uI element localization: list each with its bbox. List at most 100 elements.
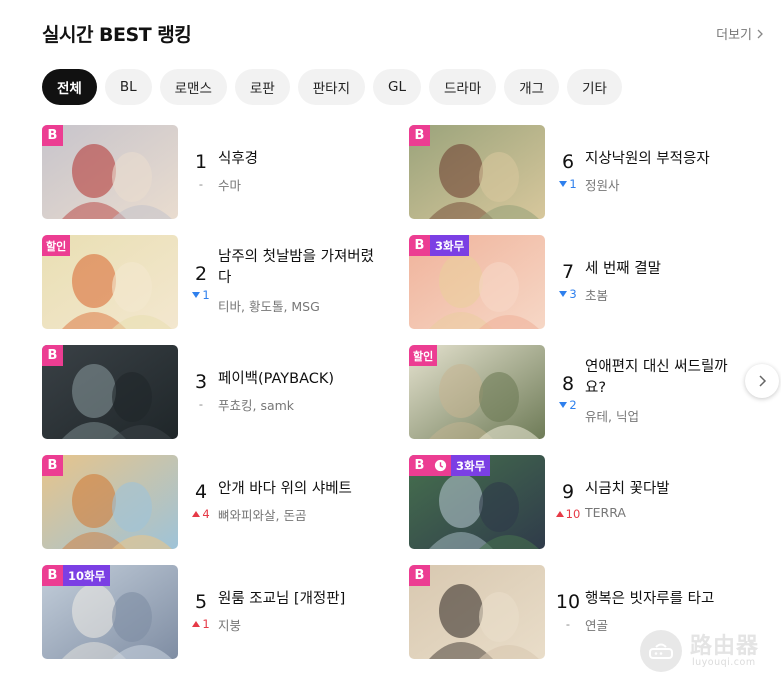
rank-column: 51 <box>188 565 214 659</box>
chevron-right-icon <box>759 375 767 387</box>
cover-thumbnail[interactable]: B 3화무 <box>409 235 545 329</box>
rank-number: 8 <box>561 373 575 395</box>
rank-number: 6 <box>561 151 575 173</box>
work-info: 원룸 조교님 [개정판] 지붕 <box>218 565 388 659</box>
work-info: 안개 바다 위의 샤베트 뼈와피와살, 돈곰 <box>218 455 388 549</box>
tab-drama[interactable]: 드라마 <box>429 69 497 105</box>
sale-badge: 할인 <box>42 235 71 256</box>
tab-all[interactable]: 전체 <box>42 69 97 105</box>
work-title-continued[interactable]: 다 <box>218 268 231 289</box>
tab-romance-fantasy[interactable]: 로판 <box>234 69 290 105</box>
rank-column: 21 <box>188 235 214 329</box>
clock-icon <box>430 455 451 476</box>
badge-group: B <box>409 125 430 146</box>
rank-change: 4 <box>188 507 214 521</box>
tab-gl[interactable]: GL <box>373 69 421 105</box>
b-badge: B <box>42 565 63 586</box>
work-title[interactable]: 식후경 <box>218 149 258 170</box>
work-title[interactable]: 시금치 꽃다발 <box>585 479 670 500</box>
rank-change: 1 <box>555 177 581 191</box>
b-badge: B <box>409 125 430 146</box>
rank-change: 1 <box>188 617 214 631</box>
rank-change-value: 10 <box>565 507 581 521</box>
work-title[interactable]: 행복은 빗자루를 타고 <box>585 589 714 610</box>
cover-thumbnail[interactable]: B 10화무 <box>42 565 178 659</box>
work-info: 페이백(PAYBACK) 푸쵸킹, samk <box>218 345 388 439</box>
b-badge: B <box>409 565 430 586</box>
tab-comedy[interactable]: 개그 <box>504 69 560 105</box>
b-badge: B <box>42 455 63 476</box>
ranking-item[interactable]: B 6 1 지상낙원의 부적응자정원사 <box>409 125 749 219</box>
work-authors: 티바, 황도톨, MSG <box>218 299 320 314</box>
ranking-item[interactable]: B 10화무 5 1 원룸 조교님 [개정판] 지붕 <box>42 565 382 659</box>
work-info: 세 번째 결말초봄 <box>585 235 755 329</box>
cover-thumbnail[interactable]: B <box>409 125 545 219</box>
tab-fantasy[interactable]: 판타지 <box>297 69 366 105</box>
badge-group: B <box>42 125 63 146</box>
cover-thumbnail[interactable]: B <box>42 345 178 439</box>
badge-group: B 10화무 <box>42 565 111 586</box>
rank-change-value: - <box>198 397 204 411</box>
ranking-item[interactable]: B 3화무 9 10 시금치 꽃다발 TERRA <box>409 455 749 549</box>
b-badge: B <box>42 345 63 366</box>
more-link[interactable]: 더보기 <box>716 24 764 43</box>
cover-thumbnail[interactable]: 할인 <box>42 235 178 329</box>
cover-thumbnail[interactable]: B <box>42 455 178 549</box>
work-title[interactable]: 안개 바다 위의 샤베트 <box>218 479 352 500</box>
rank-change-value: - <box>565 617 571 631</box>
work-info: 연애편지 대신 써드릴까 요? 유테, 닉업 <box>585 345 755 439</box>
work-title[interactable]: 세 번째 결말 <box>585 259 661 280</box>
work-title[interactable]: 페이백(PAYBACK) <box>218 369 334 390</box>
rank-change-value: 1 <box>569 177 577 191</box>
badge-group: 할인 <box>42 235 71 256</box>
ranking-item[interactable]: B 3- 페이백(PAYBACK) 푸쵸킹, samk <box>42 345 382 439</box>
rank-change: - <box>188 397 214 411</box>
tab-etc[interactable]: 기타 <box>567 69 622 105</box>
arrow-down-icon <box>192 292 201 298</box>
tab-bl[interactable]: BL <box>104 69 152 105</box>
badge-group: B 3화무 <box>409 235 470 256</box>
more-label: 더보기 <box>716 28 752 43</box>
arrow-up-icon <box>192 511 201 517</box>
rank-number: 1 <box>194 151 208 173</box>
cover-thumbnail[interactable]: B <box>409 565 545 659</box>
ranking-item[interactable]: B 3화무 7 3 세 번째 결말초봄 <box>409 235 749 329</box>
work-title-continued[interactable]: 요? <box>585 378 606 399</box>
arrow-down-icon <box>559 402 568 408</box>
rank-column: 3- <box>188 345 214 439</box>
work-title[interactable]: 원룸 조교님 [개정판] <box>218 589 345 610</box>
badge-group: B <box>42 345 63 366</box>
work-authors: 정원사 <box>585 178 620 193</box>
rank-number: 4 <box>194 481 208 503</box>
rank-column: 44 <box>188 455 214 549</box>
next-page-button[interactable] <box>745 364 779 398</box>
work-title[interactable]: 지상낙원의 부적응자 <box>585 149 710 170</box>
cover-thumbnail[interactable]: B <box>42 125 178 219</box>
work-info: 남주의 첫날밤을 가져버렸 다티바, 황도톨, MSG <box>218 235 388 329</box>
work-authors: 연골 <box>585 618 609 633</box>
section-header: 실시간 BEST 랭킹 더보기 <box>42 20 764 50</box>
rank-change: 3 <box>555 287 581 301</box>
work-title[interactable]: 연애편지 대신 써드릴까 <box>585 357 728 378</box>
rank-change: - <box>555 617 581 631</box>
work-authors: 초봄 <box>585 288 609 303</box>
ranking-item[interactable]: B 4 4 안개 바다 위의 샤베트 뼈와피와살, 돈곰 <box>42 455 382 549</box>
work-title[interactable]: 남주의 첫날밤을 가져버렸 <box>218 247 374 268</box>
badge-group: B <box>42 455 63 476</box>
ranking-item[interactable]: B 1- 식후경 수마 <box>42 125 382 219</box>
tab-romance[interactable]: 로맨스 <box>159 69 227 105</box>
ranking-item[interactable]: 할인 8 2 연애편지 대신 써드릴까 요? 유테, 닉업 <box>409 345 749 439</box>
work-authors: TERRA <box>585 505 626 520</box>
rank-change-value: 3 <box>569 287 577 301</box>
b-badge: B <box>42 125 63 146</box>
rank-column: 73 <box>555 235 581 329</box>
cover-thumbnail[interactable]: B 3화무 <box>409 455 545 549</box>
rank-number: 10 <box>555 591 581 613</box>
router-icon <box>640 630 682 672</box>
badge-group: 할인 <box>409 345 438 366</box>
free-episodes-badge: 10화무 <box>63 565 111 586</box>
work-authors: 푸쵸킹, samk <box>218 398 295 413</box>
ranking-item[interactable]: 할인 2 1 남주의 첫날밤을 가져버렸 다티바, 황도톨, MSG <box>42 235 382 329</box>
cover-thumbnail[interactable]: 할인 <box>409 345 545 439</box>
rank-column: 1- <box>188 125 214 219</box>
